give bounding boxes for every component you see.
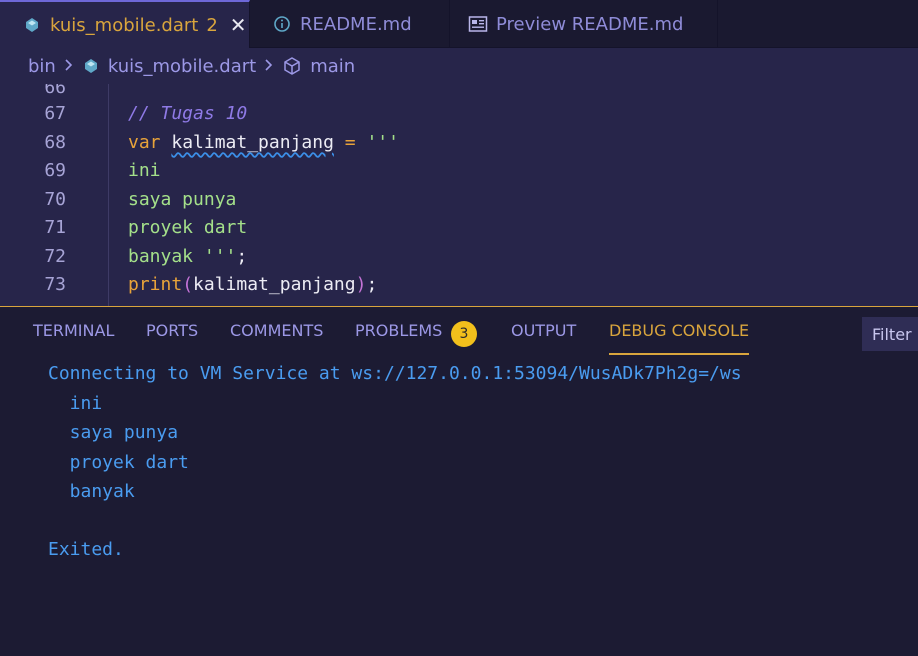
cube-icon [282, 56, 302, 76]
tab-problems[interactable]: PROBLEMS [355, 321, 442, 355]
chevron-right-icon [264, 56, 274, 77]
keyword: var [128, 131, 161, 153]
bottom-panel: TERMINAL PORTS COMMENTS PROBLEMS 3 OUTPU… [0, 307, 918, 656]
tab-debug-console[interactable]: DEBUG CONSOLE [609, 321, 750, 355]
dart-icon [22, 15, 42, 35]
paren-close: ) [355, 273, 367, 295]
string-literal: banyak ''' [128, 245, 237, 267]
tab-bar-empty-space [718, 0, 918, 47]
breadcrumb-file-label: kuis_mobile.dart [107, 55, 257, 77]
breadcrumb-symbol-label: main [310, 55, 356, 77]
editor-tab-bar: kuis_mobile.dart 2 ✕ README.md Preview R… [0, 0, 918, 48]
function-name: print [128, 273, 183, 295]
string-literal: ''' [366, 131, 399, 153]
tab-problem-count: 2 [206, 14, 218, 36]
line-number: 70 [44, 188, 66, 210]
code-editor[interactable]: 66 67 // Tugas 10 68 var kalimat_panjang… [0, 84, 918, 306]
tab-kuis-mobile-dart[interactable]: kuis_mobile.dart 2 ✕ [0, 0, 250, 48]
variable-name: kalimat_panjang [171, 131, 334, 153]
problems-count-badge: 3 [451, 321, 477, 347]
console-line: Exited. [48, 539, 124, 560]
line-number: 66 [44, 84, 66, 98]
string-literal: ini [128, 159, 161, 181]
console-line: ini [48, 393, 103, 414]
code-text: var kalimat_panjang = ''' [128, 132, 399, 153]
console-line: saya punya [48, 422, 179, 443]
string-literal: proyek dart [128, 216, 248, 238]
console-line: Connecting to VM Service at ws://127.0.0… [48, 363, 742, 384]
code-line: 69 ini [0, 156, 918, 184]
breadcrumb: bin kuis_mobile.dart main [0, 48, 918, 84]
line-number: 69 [44, 159, 66, 181]
code-comment: // Tugas 10 [128, 102, 248, 124]
line-number: 72 [44, 245, 66, 267]
tab-comments[interactable]: COMMENTS [230, 321, 323, 355]
panel-tabs: TERMINAL PORTS COMMENTS PROBLEMS 3 OUTPU… [0, 307, 918, 357]
line-number: 71 [44, 216, 66, 238]
code-line: 71 proyek dart [0, 213, 918, 241]
tab-terminal[interactable]: TERMINAL [33, 321, 114, 355]
paren-open: ( [182, 273, 194, 295]
string-literal: saya punya [128, 188, 237, 210]
line-number: 73 [44, 273, 66, 295]
code-line: 68 var kalimat_panjang = ''' [0, 128, 918, 156]
tab-label: kuis_mobile.dart [50, 14, 199, 36]
breadcrumb-file[interactable]: kuis_mobile.dart [82, 56, 256, 77]
semicolon: ; [236, 245, 248, 267]
chevron-right-icon [64, 56, 74, 77]
tab-preview-readme[interactable]: Preview README.md [450, 0, 718, 48]
tab-label: README.md [300, 13, 412, 35]
code-line: 72 banyak '''; [0, 242, 918, 270]
close-icon[interactable]: ✕ [230, 13, 247, 37]
tab-label: Preview README.md [496, 13, 684, 35]
code-text: print(kalimat_panjang); [128, 274, 377, 295]
operator: = [344, 131, 356, 153]
code-line: 73 print(kalimat_panjang); [0, 270, 918, 298]
line-number: 67 [44, 102, 66, 124]
preview-icon [468, 14, 488, 34]
console-line: proyek dart [48, 452, 189, 473]
console-line: banyak [48, 481, 135, 502]
info-icon [272, 14, 292, 34]
breadcrumb-folder[interactable]: bin [28, 56, 56, 77]
code-line: 67 // Tugas 10 [0, 99, 918, 127]
tab-readme[interactable]: README.md [250, 0, 450, 48]
filter-input[interactable]: Filter ( [862, 317, 918, 351]
argument: kalimat_panjang [193, 273, 356, 295]
breadcrumb-symbol[interactable]: main [282, 56, 355, 77]
code-text: banyak '''; [128, 246, 247, 267]
dart-icon [82, 57, 100, 75]
semicolon: ; [366, 273, 378, 295]
tab-ports[interactable]: PORTS [146, 321, 198, 355]
line-number: 68 [44, 131, 66, 153]
code-line: 70 saya punya [0, 185, 918, 213]
tab-output[interactable]: OUTPUT [511, 321, 576, 355]
